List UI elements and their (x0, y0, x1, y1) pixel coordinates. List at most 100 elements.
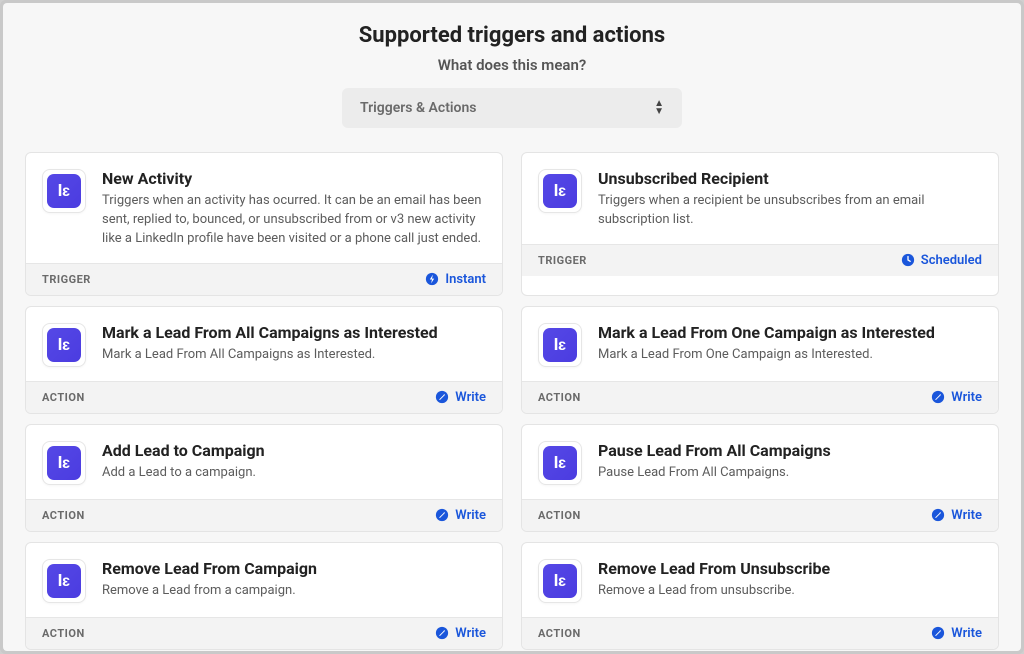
card-title: Pause Lead From All Campaigns (598, 441, 831, 460)
card-footer: ACTION Write (26, 499, 502, 531)
card-badge-label: Instant (445, 272, 486, 287)
card-text: Pause Lead From All Campaigns Pause Lead … (598, 441, 831, 485)
page-container: Supported triggers and actions What does… (3, 3, 1021, 651)
sort-chevrons-icon: ▲▼ (654, 100, 664, 116)
app-logo-glyph: lɛ (47, 174, 81, 208)
filter-label: Triggers & Actions (360, 100, 476, 116)
app-logo-glyph: lɛ (543, 174, 577, 208)
card-badge: Instant (425, 272, 486, 287)
clock-icon (901, 253, 915, 267)
app-logo: lɛ (538, 323, 582, 367)
app-logo: lɛ (538, 441, 582, 485)
integration-card[interactable]: lɛ Unsubscribed Recipient Triggers when a … (521, 152, 999, 296)
card-text: Remove Lead From Campaign Remove a Lead f… (102, 559, 317, 603)
integration-card[interactable]: lɛ Mark a Lead From All Campaigns as Inte… (25, 306, 503, 414)
card-type-label: TRIGGER (538, 254, 587, 267)
app-logo: lɛ (42, 441, 86, 485)
card-text: Mark a Lead From All Campaigns as Intere… (102, 323, 438, 367)
card-description: Triggers when a recipient be unsubscribe… (598, 192, 980, 230)
card-footer: TRIGGER Instant (26, 263, 502, 295)
card-body: lɛPause Lead From All CampaignsPause Lea… (522, 425, 998, 499)
card-footer: ACTION Write (26, 617, 502, 649)
app-logo-glyph: lɛ (47, 446, 81, 480)
card-body: lɛ Mark a Lead From All Campaigns as Inte… (26, 307, 502, 381)
card-description: Remove a Lead from a campaign. (102, 582, 317, 601)
card-badge-label: Write (455, 508, 486, 523)
card-badge-label: Write (951, 508, 982, 523)
app-logo: lɛ (42, 323, 86, 367)
card-badge: Write (435, 626, 486, 641)
app-logo-glyph: lɛ (543, 328, 577, 362)
card-text: Add Lead to Campaign Add a Lead to a camp… (102, 441, 265, 485)
integration-card[interactable]: lɛPause Lead From All CampaignsPause Lea… (521, 424, 999, 532)
integration-card[interactable]: lɛ Add Lead to Campaign Add a Lead to a ca… (25, 424, 503, 532)
card-body: lɛ Unsubscribed Recipient Triggers when a … (522, 153, 998, 244)
write-icon (931, 626, 945, 640)
card-title: Unsubscribed Recipient (598, 169, 980, 188)
write-icon (931, 508, 945, 522)
card-title: Mark a Lead From One Campaign as Interes… (598, 323, 935, 342)
card-title: Remove Lead From Unsubscribe (598, 559, 830, 578)
card-badge: Write (435, 390, 486, 405)
app-logo-glyph: lɛ (543, 564, 577, 598)
card-text: New ActivityTriggers when an activity ha… (102, 169, 484, 249)
card-type-label: ACTION (538, 391, 581, 404)
card-badge: Write (931, 390, 982, 405)
card-type-label: ACTION (538, 509, 581, 522)
card-body: lɛ Mark a Lead From One Campaign as Inter… (522, 307, 998, 381)
card-title: Add Lead to Campaign (102, 441, 265, 460)
filter-wrap: Triggers & Actions ▲▼ (3, 88, 1021, 128)
card-type-label: ACTION (42, 627, 85, 640)
write-icon (435, 626, 449, 640)
card-footer: ACTION Write (522, 381, 998, 413)
integration-card[interactable]: lɛ Remove Lead From Campaign Remove a Lead… (25, 542, 503, 650)
card-badge: Write (931, 508, 982, 523)
card-badge: Write (931, 626, 982, 641)
card-description: Add a Lead to a campaign. (102, 464, 265, 483)
integration-card[interactable]: lɛ New ActivityTriggers when an activity … (25, 152, 503, 296)
write-icon (931, 390, 945, 404)
integration-card[interactable]: lɛ Remove Lead From Unsubscribe Remove a L… (521, 542, 999, 650)
app-logo: lɛ (42, 559, 86, 603)
card-badge: Write (435, 508, 486, 523)
page-subtitle[interactable]: What does this mean? (3, 56, 1021, 74)
app-logo: lɛ (538, 169, 582, 213)
write-icon (435, 508, 449, 522)
card-body: lɛ Remove Lead From Campaign Remove a Lead… (26, 543, 502, 617)
card-title: Remove Lead From Campaign (102, 559, 317, 578)
app-logo-glyph: lɛ (543, 446, 577, 480)
card-footer: ACTION Write (522, 499, 998, 531)
page-header: Supported triggers and actions What does… (3, 23, 1021, 74)
card-body: lɛ Add Lead to Campaign Add a Lead to a ca… (26, 425, 502, 499)
integration-card[interactable]: lɛ Mark a Lead From One Campaign as Inter… (521, 306, 999, 414)
card-text: Unsubscribed Recipient Triggers when a re… (598, 169, 980, 230)
app-logo: lɛ (538, 559, 582, 603)
card-body: lɛ New ActivityTriggers when an activity … (26, 153, 502, 263)
card-badge: Scheduled (901, 253, 982, 268)
card-description: Mark a Lead From All Campaigns as Intere… (102, 346, 438, 365)
card-badge-label: Write (951, 626, 982, 641)
card-footer: TRIGGER Scheduled (522, 244, 998, 276)
card-type-label: TRIGGER (42, 273, 91, 286)
bolt-icon (425, 272, 439, 286)
card-title: New Activity (102, 169, 484, 188)
page-title: Supported triggers and actions (3, 23, 1021, 48)
card-badge-label: Write (455, 626, 486, 641)
card-footer: ACTION Write (26, 381, 502, 413)
card-body: lɛ Remove Lead From Unsubscribe Remove a L… (522, 543, 998, 617)
card-type-label: ACTION (42, 391, 85, 404)
card-text: Remove Lead From Unsubscribe Remove a Lea… (598, 559, 830, 603)
card-badge-label: Scheduled (921, 253, 982, 268)
card-description: Pause Lead From All Campaigns. (598, 464, 831, 483)
app-logo-glyph: lɛ (47, 564, 81, 598)
card-description: Mark a Lead From One Campaign as Interes… (598, 346, 935, 365)
app-logo: lɛ (42, 169, 86, 213)
app-logo-glyph: lɛ (47, 328, 81, 362)
card-type-label: ACTION (538, 627, 581, 640)
card-badge-label: Write (455, 390, 486, 405)
card-badge-label: Write (951, 390, 982, 405)
card-type-label: ACTION (42, 509, 85, 522)
card-title: Mark a Lead From All Campaigns as Intere… (102, 323, 438, 342)
filter-select[interactable]: Triggers & Actions ▲▼ (342, 88, 682, 128)
card-description: Remove a Lead from unsubscribe. (598, 582, 830, 601)
